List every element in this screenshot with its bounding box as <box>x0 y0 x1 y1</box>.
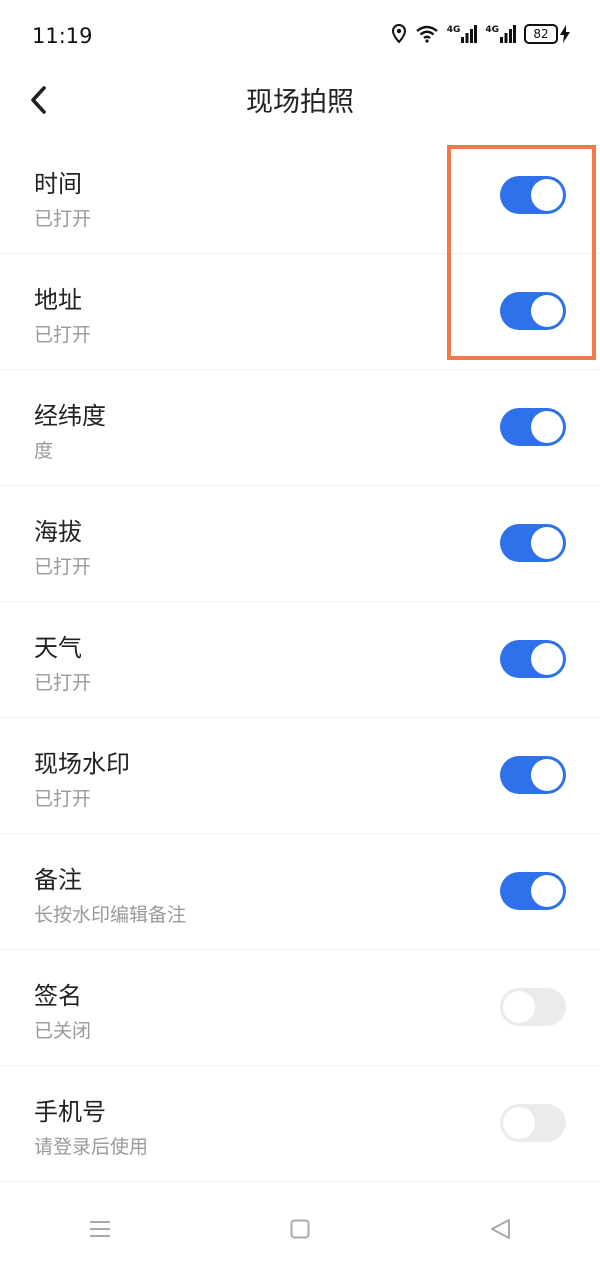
setting-row-notes: 备注 长按水印编辑备注 <box>0 834 600 950</box>
signature-toggle[interactable] <box>500 988 566 1026</box>
setting-title: 备注 <box>34 866 82 894</box>
menu-nav-button[interactable] <box>70 1199 130 1259</box>
system-nav-bar <box>0 1192 600 1266</box>
setting-subtitle: 已关闭 <box>34 1020 92 1042</box>
status-bar: 11:19 4G 4G 82 <box>0 0 600 76</box>
setting-subtitle: 已打开 <box>34 208 92 230</box>
setting-row-phone: 手机号 请登录后使用 <box>0 1066 600 1182</box>
phone-toggle[interactable] <box>500 1104 566 1142</box>
setting-row-coordinates: 经纬度 度 <box>0 370 600 486</box>
home-nav-button[interactable] <box>270 1199 330 1259</box>
wifi-icon <box>415 25 438 43</box>
triangle-back-icon <box>491 1219 510 1239</box>
setting-title: 现场水印 <box>34 750 130 778</box>
setting-subtitle: 已打开 <box>34 556 92 578</box>
back-nav-button[interactable] <box>470 1199 530 1259</box>
battery-indicator: 82 <box>524 24 570 44</box>
coordinates-toggle[interactable] <box>500 408 566 446</box>
setting-row-altitude: 海拔 已打开 <box>0 486 600 602</box>
setting-title: 地址 <box>34 286 82 314</box>
app-header: 现场拍照 <box>0 76 600 134</box>
toggle-knob <box>531 527 563 559</box>
setting-title: 签名 <box>34 982 82 1010</box>
setting-title: 海拔 <box>34 518 82 546</box>
cell-signal-2: 4G <box>485 25 516 43</box>
setting-title: 手机号 <box>34 1098 106 1126</box>
signal-bars-icon <box>500 25 516 43</box>
setting-row-signature: 签名 已关闭 <box>0 950 600 1066</box>
signal-bars-icon <box>461 25 478 43</box>
watermark-toggle[interactable] <box>500 756 566 794</box>
setting-row-watermark: 现场水印 已打开 <box>0 718 600 834</box>
setting-subtitle: 度 <box>34 440 54 462</box>
toggle-knob <box>503 1107 535 1139</box>
toggle-knob <box>503 991 535 1023</box>
cell-signal-1: 4G <box>447 25 478 43</box>
status-time: 11:19 <box>32 24 93 48</box>
setting-title: 天气 <box>34 634 82 662</box>
toggle-knob <box>531 759 563 791</box>
highlight-box <box>447 145 596 360</box>
setting-subtitle: 已打开 <box>34 788 92 810</box>
setting-subtitle: 已打开 <box>34 672 92 694</box>
altitude-toggle[interactable] <box>500 524 566 562</box>
weather-toggle[interactable] <box>500 640 566 678</box>
setting-row-weather: 天气 已打开 <box>0 602 600 718</box>
location-icon <box>391 24 406 44</box>
page-title: 现场拍照 <box>246 87 354 118</box>
notes-toggle[interactable] <box>500 872 566 910</box>
setting-subtitle: 长按水印编辑备注 <box>34 904 187 926</box>
menu-icon <box>90 1221 110 1237</box>
setting-title: 经纬度 <box>34 402 106 430</box>
status-icons: 4G 4G 82 <box>391 24 570 44</box>
setting-title: 时间 <box>34 170 82 198</box>
toggle-knob <box>531 875 563 907</box>
battery-level: 82 <box>524 24 558 44</box>
charging-bolt-icon <box>560 25 570 43</box>
toggle-knob <box>531 411 563 443</box>
setting-subtitle: 请登录后使用 <box>34 1136 149 1158</box>
setting-subtitle: 已打开 <box>34 324 92 346</box>
square-icon <box>290 1219 310 1239</box>
toggle-knob <box>531 643 563 675</box>
